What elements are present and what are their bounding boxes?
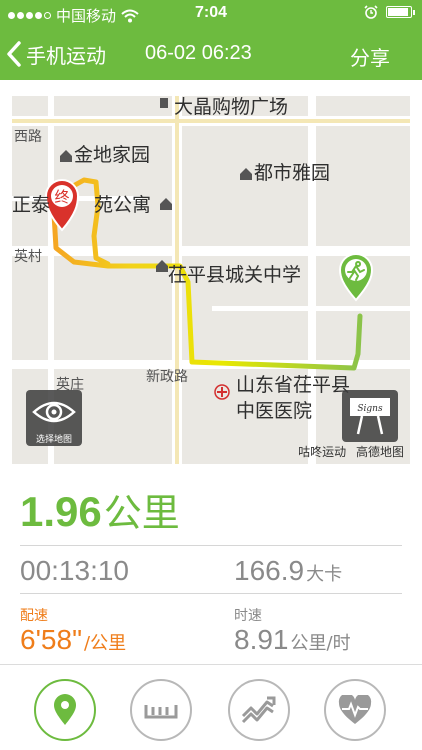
svg-text:Signs: Signs bbox=[357, 404, 383, 414]
map-label-zhengtai: 正泰 bbox=[12, 194, 51, 216]
map-style-button[interactable]: 选择地图 bbox=[26, 390, 82, 446]
status-bar: 中国移动 7:04 bbox=[0, 0, 422, 28]
signpost-icon: Signs bbox=[350, 398, 390, 435]
speed-label: 时速 bbox=[234, 608, 262, 624]
tab-heart-rate[interactable] bbox=[324, 679, 386, 741]
pace-value: 6'58" bbox=[20, 624, 83, 655]
map-label-jindi: 金地家园 bbox=[74, 144, 151, 166]
trend-chart-icon bbox=[241, 696, 276, 724]
poi-shop-icon bbox=[160, 98, 168, 108]
battery-icon bbox=[386, 6, 415, 18]
pace: 6'58"/公里 bbox=[20, 624, 126, 656]
share-button[interactable]: 分享 bbox=[350, 42, 390, 71]
total-distance: 1.96公里 bbox=[20, 482, 180, 537]
tab-splits[interactable] bbox=[130, 679, 192, 741]
map-label-mall: 大晶购物广场 bbox=[174, 96, 289, 118]
calories-value: 166.9 bbox=[234, 555, 305, 586]
status-time: 7:04 bbox=[194, 4, 228, 21]
map-label-school: 茌平县城关中学 bbox=[168, 264, 302, 286]
map-credit: 咕咚运动 高德地图 bbox=[292, 443, 404, 460]
map-label-gongyu: 苑公寓 bbox=[94, 194, 152, 216]
map-style-caption: 选择地图 bbox=[35, 435, 72, 445]
eye-icon bbox=[32, 401, 76, 423]
alarm-icon bbox=[364, 5, 378, 19]
distance-unit: 公里 bbox=[103, 491, 180, 535]
tab-route[interactable] bbox=[34, 679, 96, 741]
heart-rate-icon bbox=[338, 695, 372, 724]
credit-app: 咕咚运动 bbox=[298, 445, 347, 459]
speed-unit: 公里/时 bbox=[290, 633, 351, 654]
map-label-hospital-1: 山东省茌平县 bbox=[236, 374, 351, 396]
map-label-dushi: 都市雅园 bbox=[254, 162, 331, 184]
back-label: 手机运动 bbox=[26, 43, 106, 68]
map-label-road: 西路 bbox=[14, 129, 42, 145]
calories: 166.9 大卡 bbox=[234, 555, 342, 587]
distance-value: 1.96 bbox=[20, 488, 102, 535]
back-button[interactable]: 手机运动 bbox=[6, 34, 106, 74]
divider bbox=[20, 593, 402, 594]
hospital-icon bbox=[214, 384, 230, 400]
duration-value: 00:13:10 bbox=[20, 555, 129, 586]
workout-datetime: 06-02 06:23 bbox=[145, 42, 252, 64]
tab-trend[interactable] bbox=[228, 679, 290, 741]
map-label-hospital-2: 中医医院 bbox=[236, 400, 313, 422]
speed-value: 8.91 bbox=[234, 624, 289, 655]
speed: 8.91 公里/时 bbox=[234, 624, 351, 656]
ruler-icon bbox=[144, 705, 178, 719]
nav-header: 手机运动 06-02 06:23 分享 bbox=[0, 28, 422, 80]
divider bbox=[20, 545, 402, 546]
chevron-left-icon bbox=[7, 41, 21, 67]
map-label-yingcun: 英村 bbox=[14, 249, 42, 265]
bottom-tab-bar bbox=[0, 664, 422, 750]
location-pin-icon bbox=[54, 694, 76, 725]
calories-unit: 大卡 bbox=[306, 564, 343, 585]
svg-text:终: 终 bbox=[54, 188, 69, 206]
route-map[interactable]: 终 大晶购物广场 西路 金地家园 都市雅园 正泰 苑公寓 英村 茌平县城关中学 … bbox=[12, 96, 410, 464]
pace-unit: /公里 bbox=[84, 633, 127, 654]
credit-map: 高德地图 bbox=[355, 445, 404, 459]
map-label-xinzheng: 新政路 bbox=[146, 369, 188, 385]
signpost-button[interactable]: Signs bbox=[342, 390, 398, 442]
pace-label: 配速 bbox=[20, 608, 48, 624]
